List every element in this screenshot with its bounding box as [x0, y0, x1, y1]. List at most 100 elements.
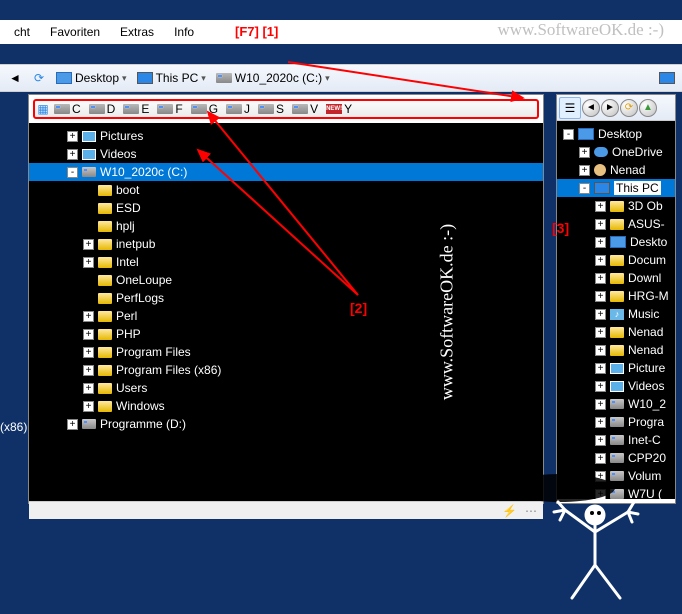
refresh-button[interactable]: ⟳ — [28, 67, 50, 89]
tree-node[interactable]: -This PC — [557, 179, 675, 197]
tree-node[interactable]: -W10_2020c (C:) — [29, 163, 543, 181]
tree-node[interactable]: +Nenad — [557, 341, 675, 359]
tree-node[interactable]: ESD — [29, 199, 543, 217]
expand-icon[interactable]: + — [595, 363, 606, 374]
tree-node[interactable]: +Docum — [557, 251, 675, 269]
right-tree[interactable]: -Desktop+OneDrive+Nenad-This PC+3D Ob+AS… — [557, 121, 675, 499]
drive-C[interactable]: C — [51, 102, 84, 116]
tree-node[interactable]: +Program Files (x86) — [29, 361, 543, 379]
drive-E[interactable]: E — [120, 102, 152, 116]
expand-icon[interactable]: + — [83, 365, 94, 376]
drive-Y[interactable]: NEW!!Y — [323, 102, 355, 116]
expand-icon[interactable]: + — [83, 401, 94, 412]
drive-J[interactable]: J — [223, 102, 253, 116]
expand-icon[interactable]: + — [83, 239, 94, 250]
tree-node[interactable]: hplj — [29, 217, 543, 235]
expand-icon[interactable]: + — [595, 273, 606, 284]
expand-icon[interactable]: + — [595, 471, 606, 482]
tree-node[interactable]: +HRG-M — [557, 287, 675, 305]
drive-S[interactable]: S — [255, 102, 287, 116]
tree-node[interactable]: +Pictures — [29, 127, 543, 145]
breadcrumb-drive[interactable]: W10_2020c (C:)▾ — [212, 71, 334, 85]
drive-G[interactable]: G — [188, 102, 221, 116]
expand-icon[interactable]: + — [595, 453, 606, 464]
tree-node[interactable]: +CPP20 — [557, 449, 675, 467]
expand-icon[interactable]: + — [579, 147, 590, 158]
breadcrumb-desktop[interactable]: Desktop▾ — [52, 71, 131, 85]
view-button[interactable] — [656, 67, 678, 89]
expand-icon[interactable]: + — [67, 419, 78, 430]
tree-node[interactable]: +Perl — [29, 307, 543, 325]
tree-node[interactable]: +PHP — [29, 325, 543, 343]
expand-icon[interactable]: + — [579, 165, 590, 176]
tree-node[interactable]: +Programme (D:) — [29, 415, 543, 433]
expand-icon[interactable]: + — [595, 381, 606, 392]
tree-node[interactable]: +W10_2 — [557, 395, 675, 413]
tree-node[interactable]: +♪Music — [557, 305, 675, 323]
tree-node[interactable]: OneLoupe — [29, 271, 543, 289]
folder-tree[interactable]: www.SoftwareOK.de :-) +Pictures+Videos-W… — [29, 123, 543, 501]
nav-fwd-button[interactable]: ► — [601, 99, 619, 117]
collapse-icon[interactable]: - — [563, 129, 574, 140]
tree-node[interactable]: PerfLogs — [29, 289, 543, 307]
tree-node[interactable]: +3D Ob — [557, 197, 675, 215]
menu-item[interactable]: Info — [164, 23, 204, 41]
tree-node[interactable]: +Progra — [557, 413, 675, 431]
menu-item[interactable]: cht — [4, 23, 40, 41]
tree-node[interactable]: +Nenad — [557, 323, 675, 341]
expand-icon[interactable]: + — [595, 417, 606, 428]
lightning-icon[interactable]: ⚡ — [502, 504, 517, 518]
expand-icon[interactable]: + — [595, 291, 606, 302]
expand-icon[interactable]: + — [595, 219, 606, 230]
list-view-button[interactable]: ☰ — [559, 97, 581, 119]
back-button[interactable]: ◄ — [4, 67, 26, 89]
tree-node[interactable]: +Downl — [557, 269, 675, 287]
drive-D[interactable]: D — [86, 102, 119, 116]
tree-node[interactable]: +ASUS- — [557, 215, 675, 233]
expand-icon[interactable]: + — [595, 435, 606, 446]
menu-item[interactable]: Favoriten — [40, 23, 110, 41]
expand-icon[interactable]: + — [595, 327, 606, 338]
apps-icon[interactable]: ▦ — [37, 102, 49, 116]
tree-node[interactable]: +Program Files — [29, 343, 543, 361]
expand-icon[interactable]: + — [595, 399, 606, 410]
tree-node[interactable]: +Inet-C — [557, 431, 675, 449]
tree-node[interactable]: boot — [29, 181, 543, 199]
tree-node[interactable]: +Intel — [29, 253, 543, 271]
expand-icon[interactable]: + — [595, 309, 606, 320]
tree-node[interactable]: +Users — [29, 379, 543, 397]
expand-icon[interactable]: + — [595, 255, 606, 266]
collapse-icon[interactable]: - — [67, 167, 78, 178]
desktop-icon — [610, 236, 626, 248]
tree-node[interactable]: +Nenad — [557, 161, 675, 179]
expand-icon[interactable]: + — [595, 201, 606, 212]
expand-icon[interactable]: + — [83, 257, 94, 268]
nav-back-button[interactable]: ◄ — [582, 99, 600, 117]
expand-icon[interactable]: + — [595, 489, 606, 500]
tree-node[interactable]: +Volum — [557, 467, 675, 485]
tree-node[interactable]: +Deskto — [557, 233, 675, 251]
expand-icon[interactable]: + — [83, 347, 94, 358]
menu-item[interactable]: Extras — [110, 23, 164, 41]
tree-node[interactable]: -Desktop — [557, 125, 675, 143]
expand-icon[interactable]: + — [595, 345, 606, 356]
drive-F[interactable]: F — [154, 102, 185, 116]
expand-icon[interactable]: + — [83, 329, 94, 340]
nav-refresh-button[interactable]: ⟳ — [620, 99, 638, 117]
collapse-icon[interactable]: - — [579, 183, 590, 194]
expand-icon[interactable]: + — [67, 149, 78, 160]
tree-node[interactable]: +Windows — [29, 397, 543, 415]
tree-node[interactable]: +OneDrive — [557, 143, 675, 161]
expand-icon[interactable]: + — [595, 237, 606, 248]
tree-node[interactable]: +inetpub — [29, 235, 543, 253]
expand-icon[interactable]: + — [67, 131, 78, 142]
nav-up-button[interactable]: ▲ — [639, 99, 657, 117]
expand-icon[interactable]: + — [83, 311, 94, 322]
tree-node[interactable]: +Videos — [29, 145, 543, 163]
drive-V[interactable]: V — [289, 102, 321, 116]
breadcrumb-thispc[interactable]: This PC▾ — [133, 71, 210, 85]
tree-node[interactable]: +Videos — [557, 377, 675, 395]
tree-node[interactable]: +W7U ( — [557, 485, 675, 499]
expand-icon[interactable]: + — [83, 383, 94, 394]
tree-node[interactable]: +Picture — [557, 359, 675, 377]
